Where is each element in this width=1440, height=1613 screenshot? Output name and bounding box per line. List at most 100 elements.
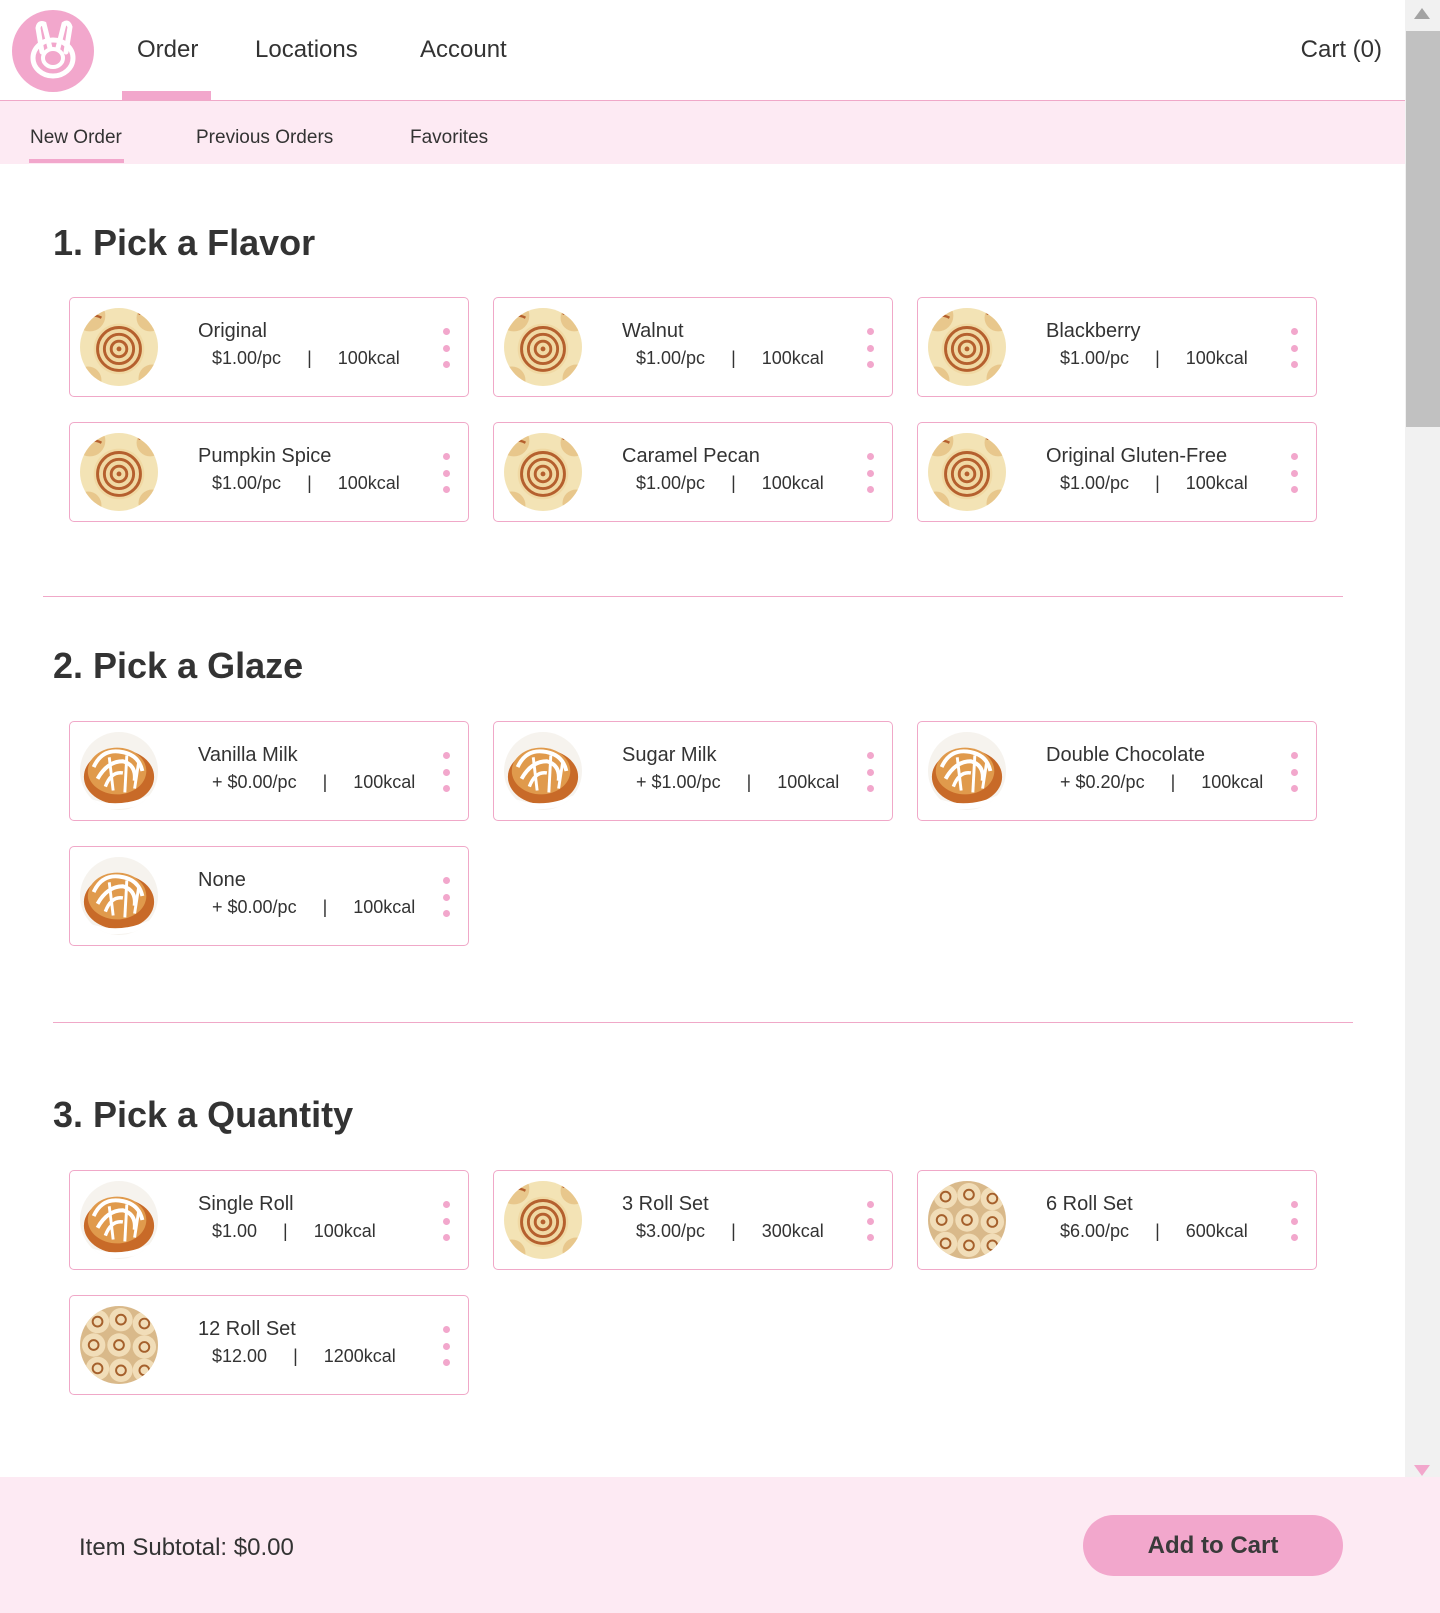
option-price: + $1.00/pc	[636, 772, 721, 792]
option-price: $6.00/pc	[1060, 1221, 1130, 1241]
flavor-option-card[interactable]: Original $1.00/pc | 100kcal	[69, 297, 469, 397]
meta-separator: |	[746, 772, 752, 792]
flavor-option-card[interactable]: Original Gluten-Free $1.00/pc | 100kcal	[917, 422, 1317, 522]
more-options-icon[interactable]	[864, 752, 876, 792]
glazed-roll-image	[928, 732, 1006, 810]
scroll-down-arrow-icon[interactable]	[1414, 1465, 1430, 1476]
section-title-quantity: 3. Pick a Quantity	[53, 1094, 354, 1135]
more-options-icon[interactable]	[440, 328, 452, 368]
glaze-option-card[interactable]: Sugar Milk + $1.00/pc | 100kcal	[493, 721, 893, 821]
quantity-option-card[interactable]: 3 Roll Set $3.00/pc | 300kcal	[493, 1170, 893, 1270]
option-calories: 1200kcal	[323, 1346, 396, 1366]
subnav-active-indicator	[29, 159, 124, 163]
quantity-option-card[interactable]: 6 Roll Set $6.00/pc | 600kcal	[917, 1170, 1317, 1270]
nav-account[interactable]: Account	[420, 36, 507, 64]
cinnamon-roll-top-view-image	[80, 308, 158, 386]
option-name: 3 Roll Set	[622, 1193, 709, 1215]
more-options-icon[interactable]	[1288, 453, 1300, 493]
more-options-icon[interactable]	[440, 1201, 452, 1241]
option-meta: + $0.20/pc | 100kcal	[1060, 772, 1263, 793]
nav-active-indicator	[122, 91, 211, 100]
cart-link[interactable]: Cart (0)	[1301, 36, 1382, 64]
option-price: $1.00/pc	[1060, 473, 1130, 493]
glazed-roll-image	[80, 1181, 158, 1259]
more-options-icon[interactable]	[864, 453, 876, 493]
option-name: Sugar Milk	[622, 744, 717, 766]
subnav-new-order[interactable]: New Order	[30, 127, 122, 149]
option-price: $1.00/pc	[1060, 348, 1130, 368]
cinnamon-roll-top-view-image	[928, 433, 1006, 511]
option-meta: + $0.00/pc | 100kcal	[212, 897, 415, 918]
more-options-icon[interactable]	[864, 328, 876, 368]
more-options-icon[interactable]	[1288, 328, 1300, 368]
more-options-icon[interactable]	[1288, 1201, 1300, 1241]
option-price: + $0.00/pc	[212, 772, 297, 792]
subnav-previous-orders[interactable]: Previous Orders	[196, 127, 333, 149]
add-to-cart-button[interactable]: Add to Cart	[1083, 1515, 1343, 1576]
subnav-favorites[interactable]: Favorites	[410, 127, 488, 149]
nav-locations[interactable]: Locations	[255, 36, 358, 64]
scrollbar-thumb[interactable]	[1406, 31, 1440, 427]
option-calories: 100kcal	[1185, 473, 1248, 493]
more-options-icon[interactable]	[440, 453, 452, 493]
more-options-icon[interactable]	[440, 1326, 452, 1366]
quantity-option-card[interactable]: 12 Roll Set $12.00 | 1200kcal	[69, 1295, 469, 1395]
option-meta: $1.00/pc | 100kcal	[636, 473, 824, 494]
scroll-up-arrow-icon[interactable]	[1414, 8, 1430, 19]
glazed-roll-image	[80, 857, 158, 935]
section-divider	[43, 596, 1343, 597]
option-name: Single Roll	[198, 1193, 294, 1215]
meta-separator: |	[1170, 772, 1176, 792]
nav-order[interactable]: Order	[137, 36, 198, 64]
meta-separator: |	[1155, 473, 1160, 493]
meta-separator: |	[731, 348, 736, 368]
option-calories: 100kcal	[353, 897, 416, 917]
section-divider	[53, 1022, 1353, 1023]
flavor-option-card[interactable]: Blackberry $1.00/pc | 100kcal	[917, 297, 1317, 397]
glazed-roll-image	[504, 732, 582, 810]
more-options-icon[interactable]	[864, 1201, 876, 1241]
option-meta: $1.00/pc | 100kcal	[636, 348, 824, 369]
option-price: $1.00/pc	[636, 473, 706, 493]
cinnamon-roll-top-view-image	[504, 308, 582, 386]
option-calories: 100kcal	[353, 772, 416, 792]
option-name: Original	[198, 320, 267, 342]
option-calories: 100kcal	[761, 348, 824, 368]
section-title-glaze: 2. Pick a Glaze	[53, 645, 304, 686]
option-meta: $12.00 | 1200kcal	[212, 1346, 396, 1367]
item-subtotal: Item Subtotal: $0.00	[79, 1534, 294, 1561]
bunny-logo-icon[interactable]	[12, 10, 94, 92]
flavor-option-card[interactable]: Caramel Pecan $1.00/pc | 100kcal	[493, 422, 893, 522]
sub-nav: New Order Previous Orders Favorites	[0, 101, 1405, 164]
more-options-icon[interactable]	[440, 752, 452, 792]
option-name: 6 Roll Set	[1046, 1193, 1133, 1215]
meta-separator: |	[283, 1221, 288, 1241]
glazed-roll-image	[80, 732, 158, 810]
quantity-option-card[interactable]: Single Roll $1.00 | 100kcal	[69, 1170, 469, 1270]
option-meta: + $1.00/pc | 100kcal	[636, 772, 839, 793]
glaze-option-card[interactable]: Vanilla Milk + $0.00/pc | 100kcal	[69, 721, 469, 821]
option-calories: 100kcal	[337, 348, 400, 368]
flavor-option-card[interactable]: Walnut $1.00/pc | 100kcal	[493, 297, 893, 397]
option-price: $1.00/pc	[212, 473, 282, 493]
option-price: $1.00/pc	[636, 348, 706, 368]
option-price: + $0.00/pc	[212, 897, 297, 917]
cinnamon-roll-top-view-image	[504, 433, 582, 511]
roll-tray-image	[80, 1306, 158, 1384]
option-meta: $1.00/pc | 100kcal	[1060, 473, 1248, 494]
option-price: $1.00/pc	[212, 348, 282, 368]
glaze-option-card[interactable]: Double Chocolate + $0.20/pc | 100kcal	[917, 721, 1317, 821]
cinnamon-roll-top-view-image	[80, 433, 158, 511]
option-calories: 600kcal	[1185, 1221, 1248, 1241]
flavor-option-card[interactable]: Pumpkin Spice $1.00/pc | 100kcal	[69, 422, 469, 522]
roll-tray-image	[928, 1181, 1006, 1259]
meta-separator: |	[731, 473, 736, 493]
more-options-icon[interactable]	[1288, 752, 1300, 792]
more-options-icon[interactable]	[440, 877, 452, 917]
meta-separator: |	[307, 473, 312, 493]
option-meta: $1.00 | 100kcal	[212, 1221, 376, 1242]
option-calories: 100kcal	[337, 473, 400, 493]
option-name: Caramel Pecan	[622, 445, 760, 467]
meta-separator: |	[1155, 348, 1160, 368]
glaze-option-card[interactable]: None + $0.00/pc | 100kcal	[69, 846, 469, 946]
